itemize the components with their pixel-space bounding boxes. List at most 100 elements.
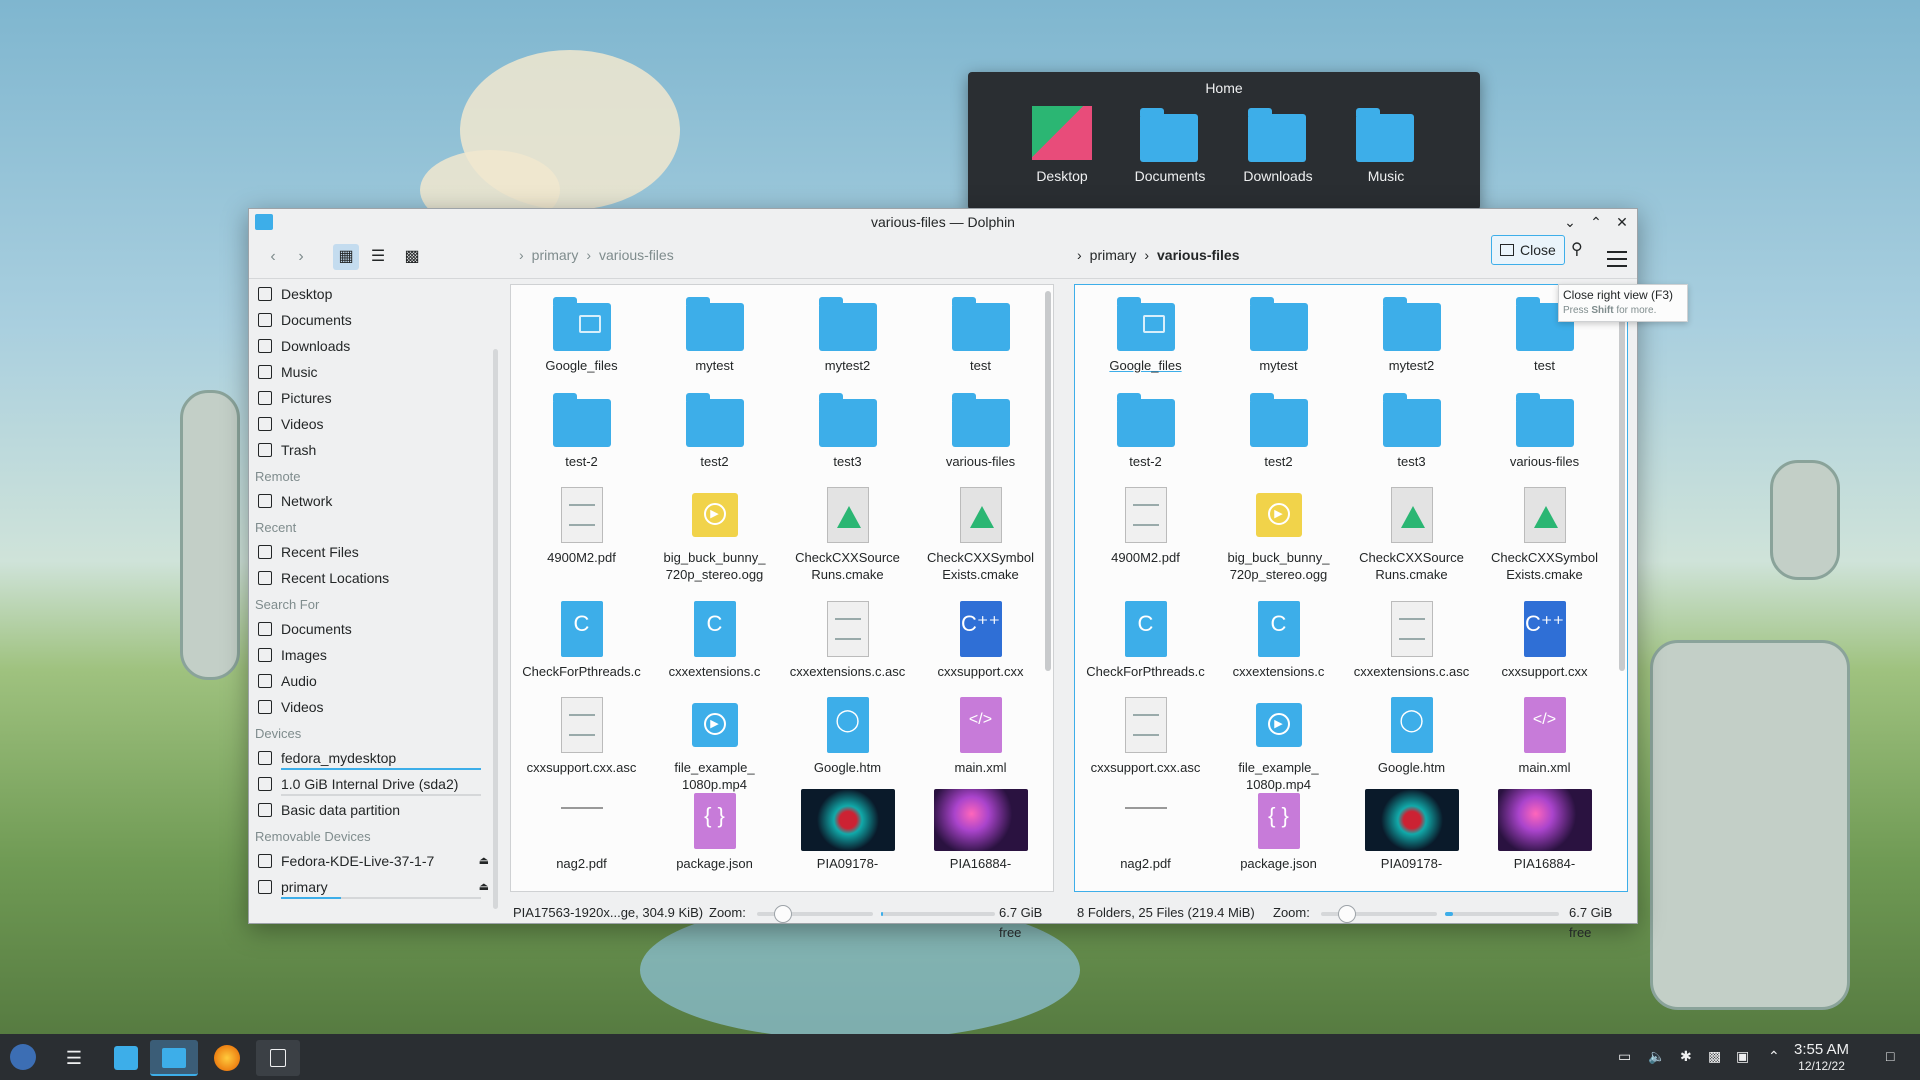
crumb-current[interactable]: various-files xyxy=(1157,247,1239,263)
details-view-button[interactable]: ▩ xyxy=(399,244,425,270)
file-item[interactable]: 4900M2.pdf xyxy=(1079,487,1212,601)
breadcrumb-left[interactable]: › primary › various-files xyxy=(511,247,674,263)
clock[interactable]: 3:55 AM 12/12/22 xyxy=(1794,1042,1849,1074)
compact-view-button[interactable]: ☰ xyxy=(365,244,391,270)
crumb[interactable]: primary xyxy=(1090,247,1137,263)
hamburger-menu-icon[interactable] xyxy=(1607,251,1627,267)
file-item[interactable]: Google_files xyxy=(1079,295,1212,391)
sidebar-item-basic-data-partition[interactable]: Basic data partition xyxy=(249,797,497,823)
app-launcher-icon[interactable] xyxy=(2,1040,42,1076)
file-item[interactable]: PIA09178- xyxy=(781,789,914,889)
left-view-scrollbar[interactable] xyxy=(1045,291,1051,671)
show-desktop-icon[interactable]: □ xyxy=(1886,1048,1894,1064)
file-item[interactable]: various-files xyxy=(914,391,1047,487)
file-item[interactable]: </> main.xml xyxy=(1478,697,1611,793)
file-item[interactable]: cxxextensions.c.asc xyxy=(781,601,914,697)
sidebar-item-trash[interactable]: Trash xyxy=(249,437,497,463)
crumb[interactable]: various-files xyxy=(599,247,674,263)
file-item[interactable]: { } package.json xyxy=(648,793,781,889)
file-item[interactable]: C CheckForPthreads.c xyxy=(1079,601,1212,697)
sidebar-item-music[interactable]: Music xyxy=(249,359,497,385)
forward-arrow-icon[interactable]: › xyxy=(291,244,311,270)
maximize-icon[interactable]: ⌃ xyxy=(1587,209,1605,235)
file-item[interactable]: CheckCXXSource Runs.cmake xyxy=(781,487,914,601)
popup-item-downloads[interactable]: Downloads xyxy=(1242,106,1314,184)
sidebar-item-videos[interactable]: Videos xyxy=(249,694,497,720)
titlebar[interactable]: various-files — Dolphin ⌄ ⌃ ✕ xyxy=(249,209,1637,235)
bluetooth-icon[interactable]: ✱ xyxy=(1680,1048,1692,1065)
file-item[interactable]: PIA16884- xyxy=(1478,789,1611,889)
breadcrumb-right[interactable]: › primary › various-files xyxy=(1069,247,1240,263)
places-scrollbar[interactable] xyxy=(493,349,498,909)
sidebar-item-documents[interactable]: Documents xyxy=(249,616,497,642)
file-item[interactable]: CheckCXXSymbol Exists.cmake xyxy=(1478,487,1611,601)
sidebar-item-network[interactable]: Network xyxy=(249,488,497,514)
sidebar-item-documents[interactable]: Documents xyxy=(249,307,497,333)
eject-icon[interactable]: ⏏ xyxy=(479,874,489,900)
terminal-task-icon[interactable] xyxy=(256,1040,300,1076)
popup-item-documents[interactable]: Documents xyxy=(1134,106,1206,184)
close-window-icon[interactable]: ✕ xyxy=(1613,209,1631,235)
file-item[interactable]: 4900M2.pdf xyxy=(515,487,648,601)
file-item[interactable]: cxxextensions.c.asc xyxy=(1345,601,1478,697)
zoom-slider-handle[interactable] xyxy=(773,905,792,923)
popup-item-music[interactable]: Music xyxy=(1350,106,1422,184)
back-arrow-icon[interactable]: ‹ xyxy=(263,244,283,270)
file-item[interactable]: Ccxxextensions.c xyxy=(648,601,781,697)
file-item[interactable]: </> main.xml xyxy=(914,697,1047,793)
right-view-scrollbar[interactable] xyxy=(1619,291,1625,671)
file-item[interactable]: test2 xyxy=(648,391,781,487)
file-item[interactable]: mytest2 xyxy=(781,295,914,391)
file-item[interactable]: C CheckForPthreads.c xyxy=(515,601,648,697)
icons-view-button[interactable]: ▦ xyxy=(333,244,359,270)
expand-tray-icon[interactable]: ⌃ xyxy=(1768,1048,1780,1065)
file-item[interactable]: test3 xyxy=(1345,391,1478,487)
search-icon[interactable]: ⚲ xyxy=(1571,239,1583,259)
minimize-icon[interactable]: ⌄ xyxy=(1561,209,1579,235)
file-item[interactable]: CheckCXXSource Runs.cmake xyxy=(1345,487,1478,601)
close-split-button[interactable]: Close xyxy=(1491,235,1565,265)
sidebar-item-images[interactable]: Images xyxy=(249,642,497,668)
left-file-view[interactable]: Google_files mytest mytest2 test test-2 test2… xyxy=(510,284,1054,892)
sidebar-item-desktop[interactable]: Desktop xyxy=(249,281,497,307)
file-item[interactable]: { } package.json xyxy=(1212,793,1345,889)
file-item[interactable]: test2 xyxy=(1212,391,1345,487)
file-item[interactable]: ◯ Google.htm xyxy=(781,697,914,793)
volume-icon[interactable]: 🔈 xyxy=(1648,1048,1665,1065)
firefox-icon[interactable] xyxy=(204,1040,248,1076)
file-item[interactable]: mytest2 xyxy=(1345,295,1478,391)
file-item[interactable]: cxxsupport.cxx.asc xyxy=(515,697,648,793)
file-item[interactable]: test xyxy=(914,295,1047,391)
file-item[interactable]: ▶ file_example_ 1080p.mp4 xyxy=(1212,697,1345,793)
file-item[interactable]: C⁺⁺ cxxsupport.cxx xyxy=(914,601,1047,697)
zoom-slider[interactable] xyxy=(757,905,873,923)
file-item[interactable]: ▶ big_buck_bunny_ 720p_stereo.ogg xyxy=(1212,487,1345,601)
pager-icon[interactable]: ☰ xyxy=(52,1040,96,1076)
file-item[interactable]: cxxsupport.cxx.asc xyxy=(1079,697,1212,793)
zoom-slider[interactable] xyxy=(1321,905,1437,923)
file-item[interactable]: PIA16884- xyxy=(914,789,1047,889)
eject-icon[interactable]: ⏏ xyxy=(479,848,489,874)
sidebar-item-fedora-kde-live-37-1-7[interactable]: Fedora-KDE-Live-37-1-7 ⏏ xyxy=(249,848,497,874)
file-item[interactable]: ▶ file_example_ 1080p.mp4 xyxy=(648,697,781,793)
file-item[interactable]: test-2 xyxy=(515,391,648,487)
file-item[interactable]: Google_files xyxy=(515,295,648,391)
file-item[interactable]: nag2.pdf xyxy=(1079,793,1212,889)
file-item[interactable]: Ccxxextensions.c xyxy=(1212,601,1345,697)
file-item[interactable]: test-2 xyxy=(1079,391,1212,487)
discover-store-icon[interactable] xyxy=(104,1040,148,1076)
sidebar-item-pictures[interactable]: Pictures xyxy=(249,385,497,411)
sidebar-item-audio[interactable]: Audio xyxy=(249,668,497,694)
file-item[interactable]: test3 xyxy=(781,391,914,487)
sidebar-item-fedora-mydesktop[interactable]: fedora_mydesktop xyxy=(249,745,497,771)
file-item[interactable]: CheckCXXSymbol Exists.cmake xyxy=(914,487,1047,601)
sidebar-item-downloads[interactable]: Downloads xyxy=(249,333,497,359)
file-item[interactable]: ▶ big_buck_bunny_ 720p_stereo.ogg xyxy=(648,487,781,601)
usb-device-icon[interactable]: ▩ xyxy=(1708,1048,1721,1065)
file-item[interactable]: C⁺⁺ cxxsupport.cxx xyxy=(1478,601,1611,697)
sidebar-item-recent-files[interactable]: Recent Files xyxy=(249,539,497,565)
file-item[interactable]: PIA09178- xyxy=(1345,789,1478,889)
file-item[interactable]: ◯ Google.htm xyxy=(1345,697,1478,793)
file-item[interactable]: mytest xyxy=(648,295,781,391)
network-tray-icon[interactable]: ▣ xyxy=(1736,1048,1749,1065)
